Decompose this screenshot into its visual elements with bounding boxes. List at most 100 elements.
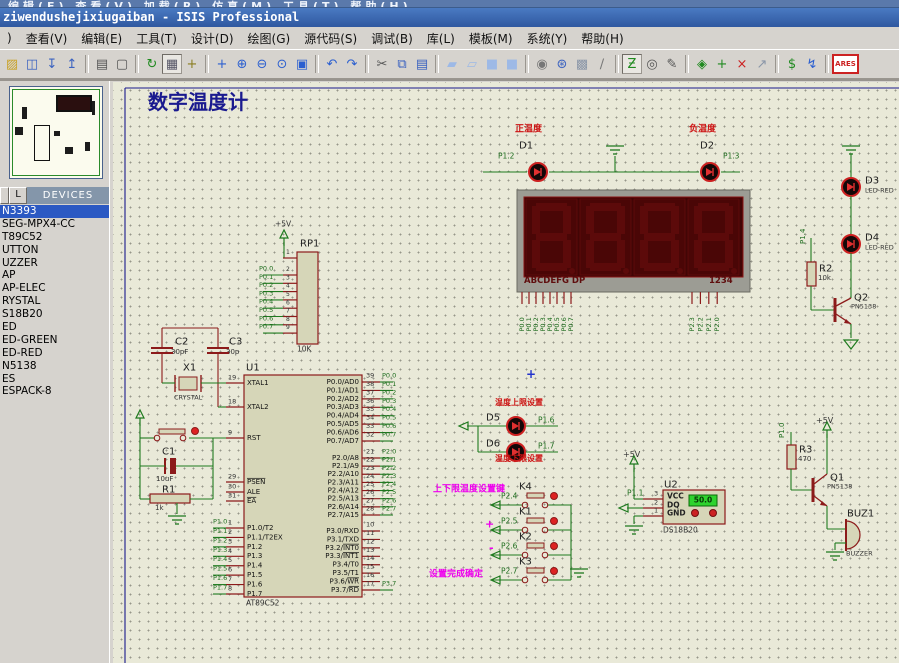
display-7seg[interactable]	[536, 203, 567, 211]
component-K2[interactable]	[526, 542, 545, 549]
undo-button[interactable]: ↶	[322, 54, 342, 74]
net-label[interactable]: P1.1	[213, 527, 227, 535]
ref-U1[interactable]: U1	[246, 363, 260, 374]
print-button[interactable]: ▤	[92, 54, 112, 74]
component-reset-button[interactable]	[191, 427, 199, 435]
value-X1[interactable]: CRYSTAL	[174, 394, 203, 402]
pin-number[interactable]: 14	[366, 554, 374, 562]
origin-button[interactable]: +	[182, 54, 202, 74]
ref-X1[interactable]: X1	[183, 363, 196, 374]
display-7seg[interactable]	[586, 206, 594, 234]
display-7seg[interactable]	[671, 206, 679, 234]
display-7seg[interactable]	[644, 263, 675, 271]
pin-name[interactable]: P0.6/AD6	[327, 429, 360, 437]
pin-name[interactable]: P0.0/AD0	[327, 378, 359, 386]
menu-item[interactable]: )	[0, 29, 19, 47]
terminal-arrow-icon[interactable]	[457, 421, 469, 431]
component-K2[interactable]	[541, 551, 549, 559]
pin-number[interactable]: 8	[228, 585, 232, 593]
device-item-ES[interactable]: ES	[0, 373, 109, 386]
pin-number[interactable]: 24	[366, 472, 374, 480]
value-R2[interactable]: 10k	[818, 274, 832, 282]
pin-number[interactable]: 23	[366, 464, 374, 472]
net-label[interactable]: P1.0	[778, 423, 786, 438]
ground-arrow-icon[interactable]	[842, 339, 860, 350]
net-label[interactable]: P2.2	[696, 317, 704, 331]
annotation-minus[interactable]: -	[489, 541, 494, 554]
value-C2[interactable]: 30pF	[171, 348, 188, 356]
net-label[interactable]: P1.1	[627, 488, 644, 497]
net-label[interactable]: P2.4	[382, 480, 396, 488]
power-arrow-icon[interactable]	[135, 408, 145, 419]
net-label[interactable]: P0.7	[567, 317, 575, 331]
open-button[interactable]: ▨	[2, 54, 22, 74]
display-segment-labels[interactable]: ABCDEFG DP	[524, 276, 585, 286]
pin-number[interactable]: 17	[366, 580, 374, 588]
net-label[interactable]: P1.7	[213, 584, 227, 592]
display-7seg[interactable]	[590, 233, 621, 241]
net-label[interactable]: P0.5	[259, 306, 273, 314]
ref-C1[interactable]: C1	[162, 447, 175, 458]
device-item-AP[interactable]: AP	[0, 269, 109, 282]
value-BUZ1[interactable]: BUZZER	[846, 550, 873, 558]
net-label[interactable]: P0.2	[259, 281, 273, 289]
pin-name[interactable]: EA	[247, 497, 256, 505]
knob-up[interactable]	[691, 509, 699, 517]
component-K4[interactable]	[526, 492, 545, 499]
electrical-rule-check-button[interactable]: ↯	[802, 54, 822, 74]
component-K1[interactable]	[526, 517, 545, 524]
display-7seg[interactable]	[694, 206, 702, 234]
device-item-ED-GREEN[interactable]: ED-GREEN	[0, 334, 109, 347]
net-label[interactable]: P1.4	[799, 228, 807, 244]
ref-C2[interactable]: C2	[175, 337, 188, 348]
net-label[interactable]: P0.6	[259, 314, 273, 322]
component-R3[interactable]	[786, 444, 797, 470]
ref-R3[interactable]: R3	[799, 445, 812, 456]
net-label[interactable]: P0.6	[382, 422, 396, 430]
pin-name[interactable]: P2.5/A13	[328, 495, 359, 503]
pin-number[interactable]: 34	[366, 414, 374, 422]
packaging-tool-button[interactable]: ▩	[572, 54, 592, 74]
net-label[interactable]: P0.3	[382, 397, 396, 405]
import-button[interactable]: ↧	[42, 54, 62, 74]
annotation-limit-keys[interactable]: 上下限温度设置键	[433, 483, 506, 495]
menu-item[interactable]: 系统(Y)	[520, 28, 575, 49]
pin-number[interactable]: 5	[228, 556, 232, 564]
pin-number[interactable]: 26	[366, 488, 374, 496]
pin-number[interactable]: 9	[286, 324, 290, 331]
net-label[interactable]: P0.0	[259, 265, 273, 273]
ref-D5[interactable]: D5	[486, 413, 500, 424]
overview-preview[interactable]	[9, 86, 103, 179]
bill-of-materials-button[interactable]: $	[782, 54, 802, 74]
pin-number[interactable]: 4	[286, 283, 290, 290]
net-label[interactable]: P0.1	[382, 380, 396, 388]
ref-RP1[interactable]: RP1	[300, 239, 319, 250]
power-label[interactable]: +5V	[275, 219, 292, 228]
net-label[interactable]: P1.6	[213, 574, 227, 582]
display-7seg[interactable]	[698, 203, 729, 211]
component-RP1[interactable]	[296, 251, 319, 345]
display-7seg[interactable]	[617, 206, 625, 234]
schematic-title[interactable]: 数字温度计	[148, 90, 248, 114]
menu-item[interactable]: 调试(B)	[364, 28, 420, 49]
make-device-button[interactable]: ⊛	[552, 54, 572, 74]
component-reset-button[interactable]	[158, 428, 186, 435]
ref-BUZ1[interactable]: BUZ1	[847, 509, 874, 520]
pin-name[interactable]: P0.7/AD7	[327, 437, 359, 445]
pin-number[interactable]: 3	[286, 274, 290, 281]
component-K3[interactable]	[550, 567, 558, 575]
pin-number[interactable]: 1	[654, 507, 658, 515]
pin-number[interactable]: 9	[228, 429, 232, 437]
annotation-upper-limit[interactable]: 温度上限设置	[495, 397, 543, 407]
net-label[interactable]: P1.2	[213, 536, 227, 544]
net-label[interactable]: P2.4	[501, 491, 518, 500]
net-label[interactable]: P2.1	[705, 317, 713, 331]
component-X1[interactable]	[178, 376, 198, 391]
net-label[interactable]: P3.7	[382, 580, 396, 588]
pin-name[interactable]: RST	[247, 434, 261, 442]
property-assignment-button[interactable]: ✎	[662, 54, 682, 74]
p-button-fragment[interactable]	[0, 187, 9, 204]
pin-number[interactable]: 25	[366, 480, 374, 488]
menu-item[interactable]: 帮助(H)	[574, 28, 630, 49]
mark-output-area-button[interactable]: ▢	[112, 54, 132, 74]
